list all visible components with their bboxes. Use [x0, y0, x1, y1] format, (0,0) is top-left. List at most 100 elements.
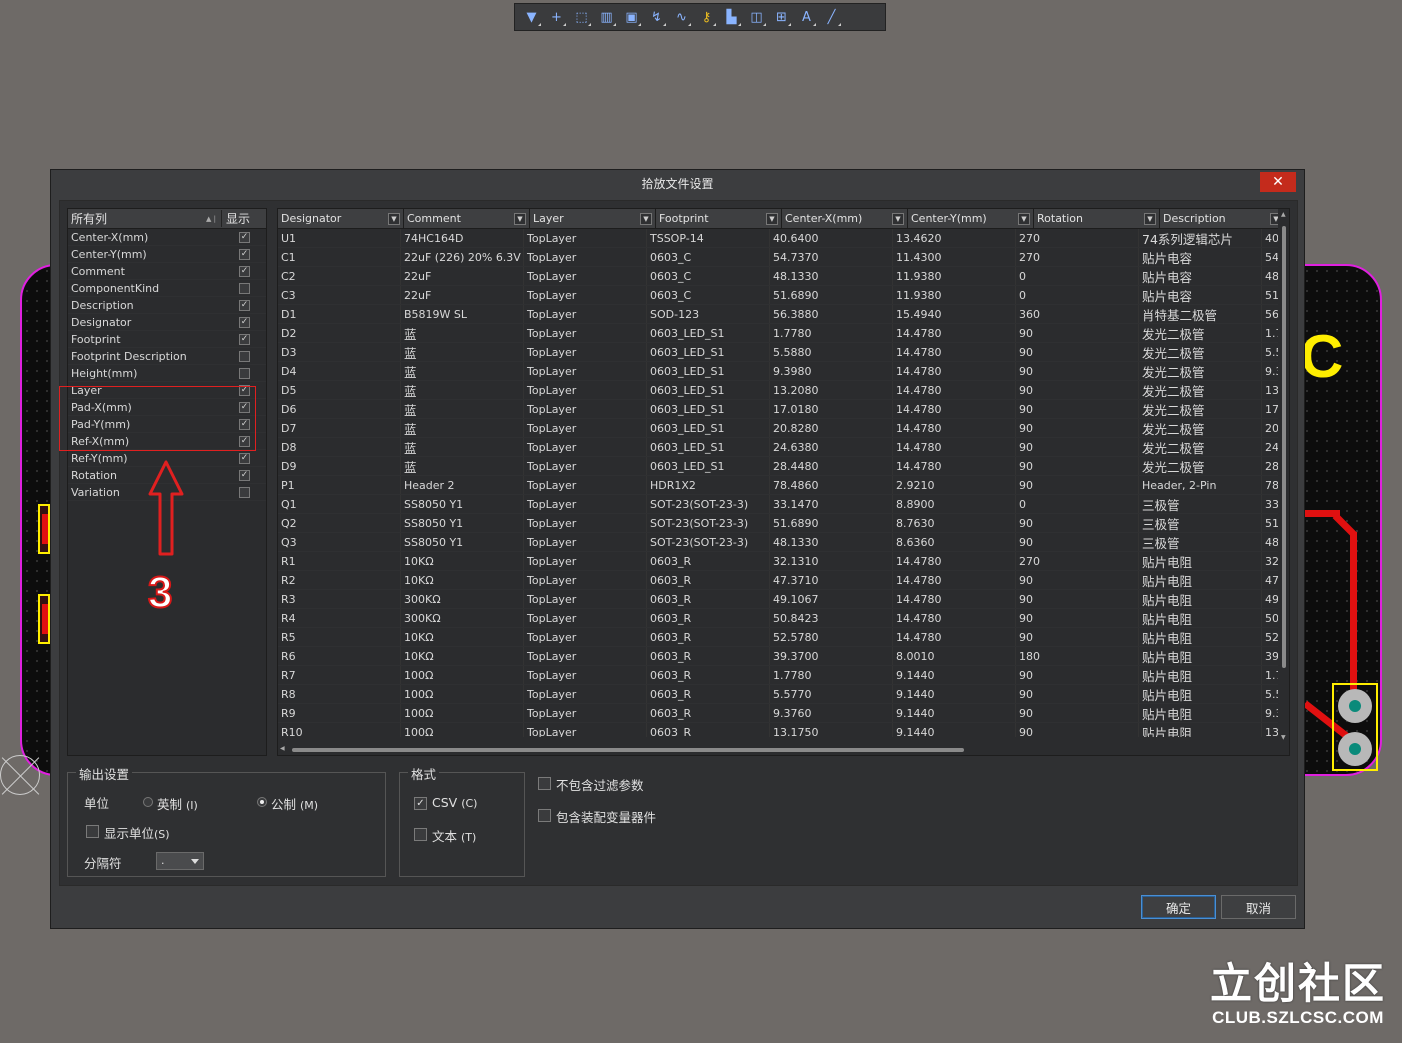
text-icon[interactable]: A — [796, 7, 817, 27]
cancel-button[interactable]: 取消 — [1221, 895, 1296, 919]
table-row[interactable]: P1 Header 2 TopLayer HDR1X2 78.4860 2.9210 90 H… — [278, 476, 1278, 495]
table-row[interactable]: C3 22uF TopLayer 0603_C 51.6890 11.9380 0 贴片电容 5… — [278, 286, 1278, 305]
table-row[interactable]: Q2 SS8050 Y1 TopLayer SOT-23(SOT-23-3) 51.68… — [278, 514, 1278, 533]
wave-icon[interactable]: ∿ — [671, 7, 692, 27]
show-column-checkbox[interactable]: ✓ — [239, 316, 250, 328]
stairs-icon[interactable]: ▙ — [721, 7, 742, 27]
table-row[interactable]: R3 300KΩ TopLayer 0603_R 49.1067 14.4780 90 贴片电… — [278, 590, 1278, 609]
text-label[interactable]: 文本 (T) — [432, 826, 476, 845]
column-row[interactable]: ComponentKind — [68, 280, 266, 297]
table-row[interactable]: R6 10KΩ TopLayer 0603_R 39.3700 8.0010 180 贴片电阻… — [278, 647, 1278, 666]
line-icon[interactable]: ╱ — [821, 7, 842, 27]
column-row[interactable]: Comment ✓ — [68, 263, 266, 280]
show-column-checkbox[interactable]: ✓ — [239, 265, 250, 277]
table-row[interactable]: R1 10KΩ TopLayer 0603_R 32.1310 14.4780 270 贴片电… — [278, 552, 1278, 571]
cross-icon[interactable]: + — [546, 7, 567, 27]
table-row[interactable]: D8 蓝 TopLayer 0603_LED_S1 24.6380 14.4780 90 发光… — [278, 438, 1278, 457]
table-row[interactable]: D2 蓝 TopLayer 0603_LED_S1 1.7780 14.4780 90 发光二… — [278, 324, 1278, 343]
metric-label[interactable]: 公制 (M) — [271, 794, 318, 813]
show-units-checkbox[interactable] — [86, 825, 99, 838]
table-row[interactable]: Q3 SS8050 Y1 TopLayer SOT-23(SOT-23-3) 48.13… — [278, 533, 1278, 552]
horizontal-scroll-thumb[interactable] — [292, 748, 964, 752]
table-row[interactable]: D4 蓝 TopLayer 0603_LED_S1 9.3980 14.4780 90 发光二… — [278, 362, 1278, 381]
table-row[interactable]: R9 100Ω TopLayer 0603_R 9.3760 9.1440 90 贴片电阻 9.… — [278, 704, 1278, 723]
column-filter-icon[interactable]: ▼ — [1270, 212, 1278, 225]
column-header[interactable]: Center-X(mm) ▼ — [782, 209, 908, 228]
separator-select[interactable]: . — [156, 852, 204, 870]
show-column-checkbox[interactable]: ✓ — [239, 469, 250, 481]
show-column-checkbox[interactable]: ✓ — [239, 452, 250, 464]
header-show[interactable]: 显示 — [221, 210, 266, 227]
select-rect-icon[interactable]: ⬚ — [571, 7, 592, 27]
show-column-checkbox[interactable]: ✓ — [239, 231, 250, 243]
exclude-filter-label[interactable]: 不包含过滤参数 — [556, 775, 644, 794]
table-row[interactable]: D9 蓝 TopLayer 0603_LED_S1 28.4480 14.4780 90 发光… — [278, 457, 1278, 476]
close-button[interactable]: ✕ — [1260, 172, 1296, 192]
show-column-checkbox[interactable] — [239, 367, 250, 379]
column-header[interactable]: Comment ▼ — [404, 209, 530, 228]
horizontal-scrollbar[interactable]: ◀ — [278, 743, 1278, 755]
show-column-checkbox[interactable] — [239, 350, 250, 362]
table-row[interactable]: R10 100Ω TopLayer 0603_R 13.1750 9.1440 90 贴片电阻… — [278, 723, 1278, 737]
text-checkbox[interactable] — [414, 828, 427, 841]
table-row[interactable]: C2 22uF TopLayer 0603_C 48.1330 11.9380 0 贴片电容 4… — [278, 267, 1278, 286]
imperial-label[interactable]: 英制 (I) — [157, 794, 198, 813]
table-row[interactable]: D5 蓝 TopLayer 0603_LED_S1 13.2080 14.4780 90 发光… — [278, 381, 1278, 400]
show-units-label[interactable]: 显示单位(S) — [104, 823, 170, 842]
chart-icon[interactable]: ▥ — [596, 7, 617, 27]
column-row[interactable]: Designator ✓ — [68, 314, 266, 331]
column-row[interactable]: Description ✓ — [68, 297, 266, 314]
table-row[interactable]: R8 100Ω TopLayer 0603_R 5.5770 9.1440 90 贴片电阻 5.… — [278, 685, 1278, 704]
imperial-radio[interactable] — [143, 797, 153, 807]
table-row[interactable]: U1 74HC164D TopLayer TSSOP-14 40.6400 13.4620… — [278, 229, 1278, 248]
filter-icon[interactable]: ▼ — [521, 7, 542, 27]
table-row[interactable]: D1 B5819W SL TopLayer SOD-123 56.3880 15.4940… — [278, 305, 1278, 324]
show-column-checkbox[interactable]: ✓ — [239, 299, 250, 311]
table-row[interactable]: D6 蓝 TopLayer 0603_LED_S1 17.0180 14.4780 90 发光… — [278, 400, 1278, 419]
metric-radio[interactable] — [257, 797, 267, 807]
show-column-checkbox[interactable] — [239, 486, 250, 498]
column-header[interactable]: Rotation ▼ — [1034, 209, 1160, 228]
csv-label[interactable]: CSV (C) — [432, 795, 477, 810]
measure-icon[interactable]: ⊞ — [771, 7, 792, 27]
key-icon[interactable]: ⚷ — [696, 7, 717, 27]
column-row[interactable]: Height(mm) — [68, 365, 266, 382]
sort-icon[interactable]: ▲ | — [206, 215, 216, 223]
table-row[interactable]: R5 10KΩ TopLayer 0603_R 52.5780 14.4780 90 贴片电阻… — [278, 628, 1278, 647]
column-header[interactable]: Description ▼ — [1160, 209, 1278, 228]
exclude-filter-checkbox[interactable] — [538, 777, 551, 790]
frame-icon[interactable]: ◫ — [746, 7, 767, 27]
vertical-scrollbar[interactable]: ▲ ▼ — [1280, 211, 1288, 741]
table-row[interactable]: C1 22uF (226) 20% 6.3V TopLayer 0603_C 54.73… — [278, 248, 1278, 267]
table-row[interactable]: D3 蓝 TopLayer 0603_LED_S1 5.5880 14.4780 90 发光二… — [278, 343, 1278, 362]
vertical-scroll-thumb[interactable] — [1282, 226, 1286, 668]
table-row[interactable]: D7 蓝 TopLayer 0603_LED_S1 20.8280 14.4780 90 发光… — [278, 419, 1278, 438]
table-row[interactable]: R2 10KΩ TopLayer 0603_R 47.3710 14.4780 90 贴片电阻… — [278, 571, 1278, 590]
table-row[interactable]: R7 100Ω TopLayer 0603_R 1.7780 9.1440 90 贴片电阻 1.… — [278, 666, 1278, 685]
column-filter-icon[interactable]: ▼ — [1144, 212, 1156, 225]
include-variants-label[interactable]: 包含装配变量器件 — [556, 807, 656, 826]
table-row[interactable]: Q1 SS8050 Y1 TopLayer SOT-23(SOT-23-3) 33.14… — [278, 495, 1278, 514]
column-header[interactable]: Footprint ▼ — [656, 209, 782, 228]
column-row[interactable]: Footprint Description — [68, 348, 266, 365]
chip-icon[interactable]: ▣ — [621, 7, 642, 27]
column-header[interactable]: Designator ▼ — [278, 209, 404, 228]
show-column-checkbox[interactable]: ✓ — [239, 333, 250, 345]
column-header[interactable]: Layer ▼ — [530, 209, 656, 228]
ok-button[interactable]: 确定 — [1141, 895, 1216, 919]
table-row[interactable]: R4 300KΩ TopLayer 0603_R 50.8423 14.4780 90 贴片电… — [278, 609, 1278, 628]
show-column-checkbox[interactable]: ✓ — [239, 248, 250, 260]
show-column-checkbox[interactable] — [239, 282, 250, 294]
header-all-columns[interactable]: 所有列 — [68, 210, 206, 227]
column-filter-icon[interactable]: ▼ — [388, 212, 400, 225]
column-header[interactable]: Center-Y(mm) ▼ — [908, 209, 1034, 228]
include-variants-checkbox[interactable] — [538, 809, 551, 822]
column-filter-icon[interactable]: ▼ — [892, 212, 904, 225]
column-row[interactable]: Center-X(mm) ✓ — [68, 229, 266, 246]
column-filter-icon[interactable]: ▼ — [640, 212, 652, 225]
column-filter-icon[interactable]: ▼ — [514, 212, 526, 225]
route-icon[interactable]: ↯ — [646, 7, 667, 27]
column-filter-icon[interactable]: ▼ — [1018, 212, 1030, 225]
column-row[interactable]: Center-Y(mm) ✓ — [68, 246, 266, 263]
column-filter-icon[interactable]: ▼ — [766, 212, 778, 225]
